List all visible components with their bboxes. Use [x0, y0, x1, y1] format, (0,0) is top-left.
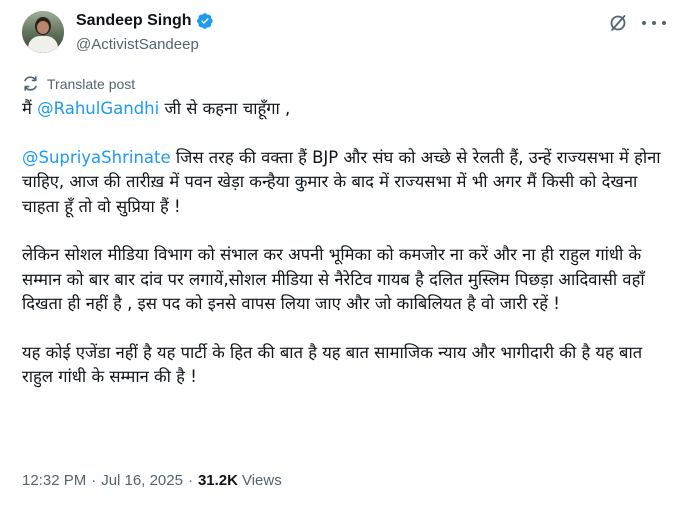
verified-badge-icon [196, 13, 213, 29]
post-text-span: जी से कहना चाहूँगा , [159, 99, 291, 118]
mention-rahulgandhi[interactable]: @RahulGandhi [37, 99, 159, 118]
mention-supriyashrinate[interactable]: @SupriyaShrinate [22, 148, 171, 167]
translate-post-link[interactable]: Translate post [22, 75, 135, 92]
display-name[interactable]: Sandeep Singh [76, 12, 192, 30]
separator: · [91, 472, 97, 489]
translate-label: Translate post [47, 75, 136, 92]
translate-icon [24, 76, 37, 91]
post-text: मैं @RahulGandhi जी से कहना चाहूँगा , @S… [22, 97, 672, 390]
post-header: Sandeep Singh @ActivistSandeep [0, 0, 681, 70]
grok-icon[interactable] [608, 13, 628, 33]
post-paragraph-2: @SupriyaShrinate जिस तरह की वक्ता हैं BJ… [22, 146, 672, 220]
post-date[interactable]: Jul 16, 2025 [101, 472, 183, 489]
post-time[interactable]: 12:32 PM [22, 472, 86, 489]
views-count: 31.2K [197, 472, 238, 489]
post-text-span: मैं [22, 99, 38, 118]
post-paragraph-4: यह कोई एजेंडा नहीं है यह पार्टी के हित क… [22, 342, 643, 387]
more-options-icon[interactable] [642, 13, 666, 33]
views-label: Views [241, 472, 282, 489]
author-handle[interactable]: @ActivistSandeep [76, 36, 199, 53]
post-meta: 12:32 PM · Jul 16, 2025 · 31.2K Views [22, 472, 282, 489]
avatar[interactable] [22, 11, 64, 53]
author-name-row: Sandeep Singh [76, 12, 214, 30]
separator: · [187, 472, 193, 489]
post-paragraph-3: लेकिन सोशल मीडिया विभाग को संभाल कर अपनी… [22, 245, 645, 313]
post-paragraph-1: मैं @RahulGandhi जी से कहना चाहूँगा , [22, 97, 672, 122]
